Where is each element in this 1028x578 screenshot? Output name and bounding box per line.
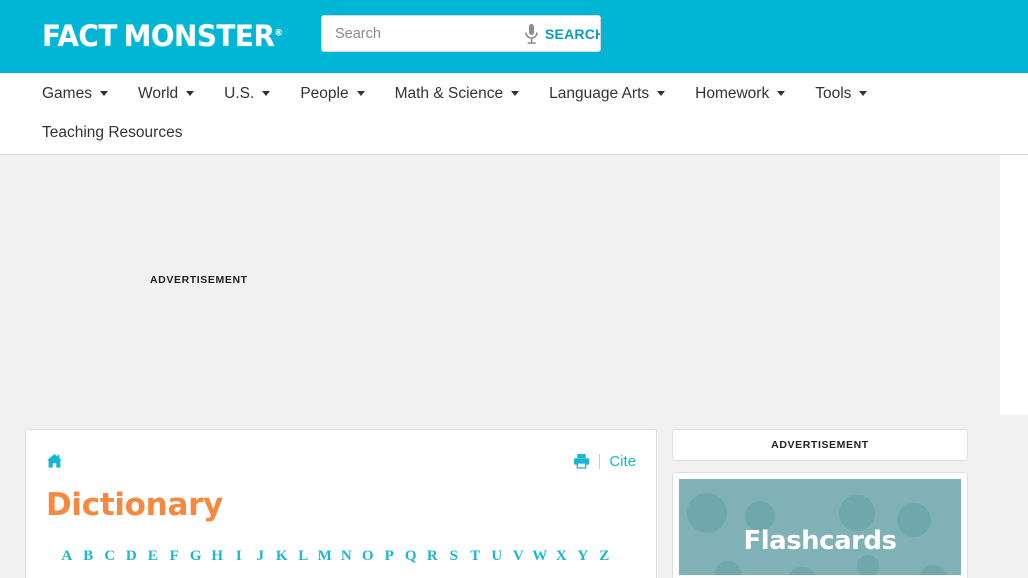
sidebar-ad-label: ADVERTISEMENT (771, 439, 869, 451)
logo-registered-mark: ® (274, 28, 283, 39)
flashcards-promo-card[interactable]: Flashcards (672, 472, 968, 578)
logo-text-monster: MONSTER (123, 19, 275, 53)
alphabet-link-g[interactable]: G (185, 548, 207, 565)
main-navigation: Games World U.S. People Math & Science L… (0, 73, 1028, 155)
nav-item-us[interactable]: U.S. (224, 73, 271, 114)
decorative-dot (715, 561, 741, 575)
cite-link[interactable]: Cite (609, 453, 636, 470)
nav-item-homework[interactable]: Homework (695, 73, 786, 114)
decorative-dot (919, 565, 947, 575)
alphabet-link-u[interactable]: U (486, 548, 508, 565)
decorative-dot (687, 493, 727, 533)
alphabet-link-f[interactable]: F (164, 548, 186, 565)
chevron-down-icon (99, 91, 108, 96)
nav-label: Tools (815, 84, 852, 102)
printer-icon[interactable] (573, 453, 590, 469)
decorative-dot (857, 555, 879, 575)
alphabet-link-a[interactable]: A (56, 548, 78, 565)
alphabet-index: A B C D E F G H I J K L M N O P Q R S T (46, 548, 636, 565)
right-sidebar: ADVERTISEMENT Flashcards (672, 429, 968, 578)
site-header: FACT MONSTER® SEARCH (0, 0, 1028, 73)
chevron-down-icon (356, 91, 365, 96)
leaderboard-ad-label: ADVERTISEMENT (150, 274, 248, 286)
alphabet-link-m[interactable]: M (314, 548, 336, 565)
nav-label: U.S. (224, 84, 255, 102)
logo-text-fact: FACT (42, 19, 117, 53)
nav-label: Teaching Resources (42, 123, 183, 141)
decorative-dot (787, 567, 817, 575)
nav-item-tools[interactable]: Tools (815, 73, 868, 114)
alphabet-link-o[interactable]: O (357, 548, 379, 565)
alphabet-link-i[interactable]: I (228, 548, 250, 565)
chevron-down-icon (511, 91, 520, 96)
alphabet-link-r[interactable]: R (422, 548, 444, 565)
alphabet-link-j[interactable]: J (250, 548, 272, 565)
alphabet-link-c[interactable]: C (99, 548, 121, 565)
card-toolbar: Cite (46, 448, 636, 474)
flashcards-promo-banner: Flashcards (679, 479, 961, 575)
nav-item-games[interactable]: Games (42, 73, 108, 114)
alphabet-link-s[interactable]: S (443, 548, 465, 565)
alphabet-link-q[interactable]: Q (400, 548, 422, 565)
page-right-gutter (1000, 155, 1028, 415)
main-content-area: Cite Dictionary A B C D E F G H I J K L … (0, 415, 1028, 578)
search-bar: SEARCH (321, 15, 601, 52)
alphabet-link-h[interactable]: H (207, 548, 229, 565)
microphone-icon[interactable] (524, 16, 539, 51)
chevron-down-icon (859, 91, 868, 96)
search-input[interactable] (322, 16, 524, 51)
sidebar-ad-slot: ADVERTISEMENT (672, 429, 968, 461)
decorative-dot (897, 503, 931, 537)
flashcards-promo-title: Flashcards (743, 526, 897, 556)
nav-item-people[interactable]: People (300, 73, 365, 114)
nav-label: World (137, 84, 179, 102)
nav-label: People (300, 84, 349, 102)
chevron-down-icon (777, 91, 786, 96)
toolbar-divider (599, 453, 601, 469)
nav-item-math-and-science[interactable]: Math & Science (395, 73, 520, 114)
nav-label: Language Arts (549, 84, 650, 102)
alphabet-link-k[interactable]: K (271, 548, 293, 565)
leaderboard-ad-slot: ADVERTISEMENT (0, 155, 1028, 415)
alphabet-link-n[interactable]: N (336, 548, 358, 565)
nav-item-world[interactable]: World (137, 73, 195, 114)
alphabet-link-d[interactable]: D (121, 548, 143, 565)
site-logo[interactable]: FACT MONSTER® (42, 22, 283, 51)
alphabet-link-x[interactable]: X (551, 548, 573, 565)
alphabet-link-p[interactable]: P (379, 548, 401, 565)
chevron-down-icon (657, 91, 666, 96)
nav-item-teaching-resources[interactable]: Teaching Resources (42, 112, 182, 153)
nav-item-language-arts[interactable]: Language Arts (549, 73, 666, 114)
chevron-down-icon (186, 91, 195, 96)
nav-label: Homework (695, 84, 770, 102)
alphabet-link-e[interactable]: E (142, 548, 164, 565)
dictionary-card: Cite Dictionary A B C D E F G H I J K L … (25, 429, 657, 578)
nav-label: Math & Science (394, 84, 504, 102)
alphabet-link-l[interactable]: L (293, 548, 315, 565)
alphabet-link-b[interactable]: B (78, 548, 100, 565)
alphabet-link-z[interactable]: Z (594, 548, 616, 565)
alphabet-link-w[interactable]: W (529, 548, 551, 565)
page-title: Dictionary (46, 487, 223, 523)
nav-label: Games (42, 84, 92, 102)
alphabet-link-t[interactable]: T (465, 548, 487, 565)
alphabet-link-v[interactable]: V (508, 548, 530, 565)
search-button[interactable]: SEARCH (539, 16, 600, 51)
home-icon[interactable] (46, 453, 63, 469)
alphabet-link-y[interactable]: Y (572, 548, 594, 565)
chevron-down-icon (262, 91, 271, 96)
